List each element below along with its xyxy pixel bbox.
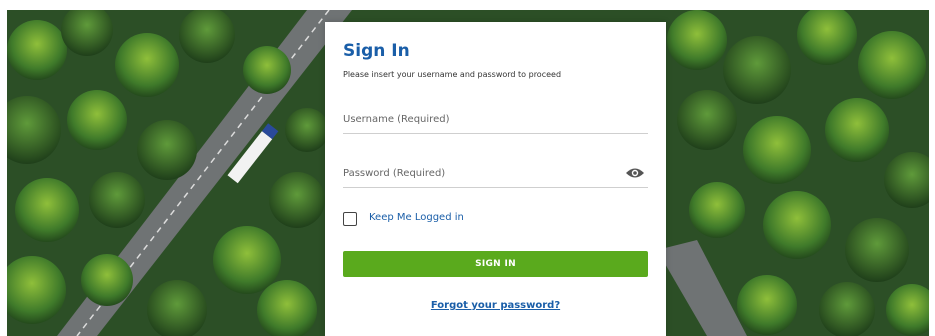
sign-in-subtitle: Please insert your username and password… bbox=[343, 70, 562, 79]
password-field[interactable] bbox=[343, 160, 648, 188]
forgot-password-link[interactable]: Forgot your password? bbox=[325, 300, 666, 311]
keep-logged-in-checkbox[interactable] bbox=[343, 212, 357, 226]
sign-in-card: Sign In Please insert your username and … bbox=[325, 22, 666, 336]
username-field[interactable] bbox=[343, 106, 648, 134]
sign-in-button[interactable]: SIGN IN bbox=[343, 251, 648, 277]
eye-icon[interactable] bbox=[625, 165, 645, 179]
keep-logged-in-label[interactable]: Keep Me Logged in bbox=[369, 212, 464, 223]
page-title: Sign In bbox=[343, 41, 410, 61]
